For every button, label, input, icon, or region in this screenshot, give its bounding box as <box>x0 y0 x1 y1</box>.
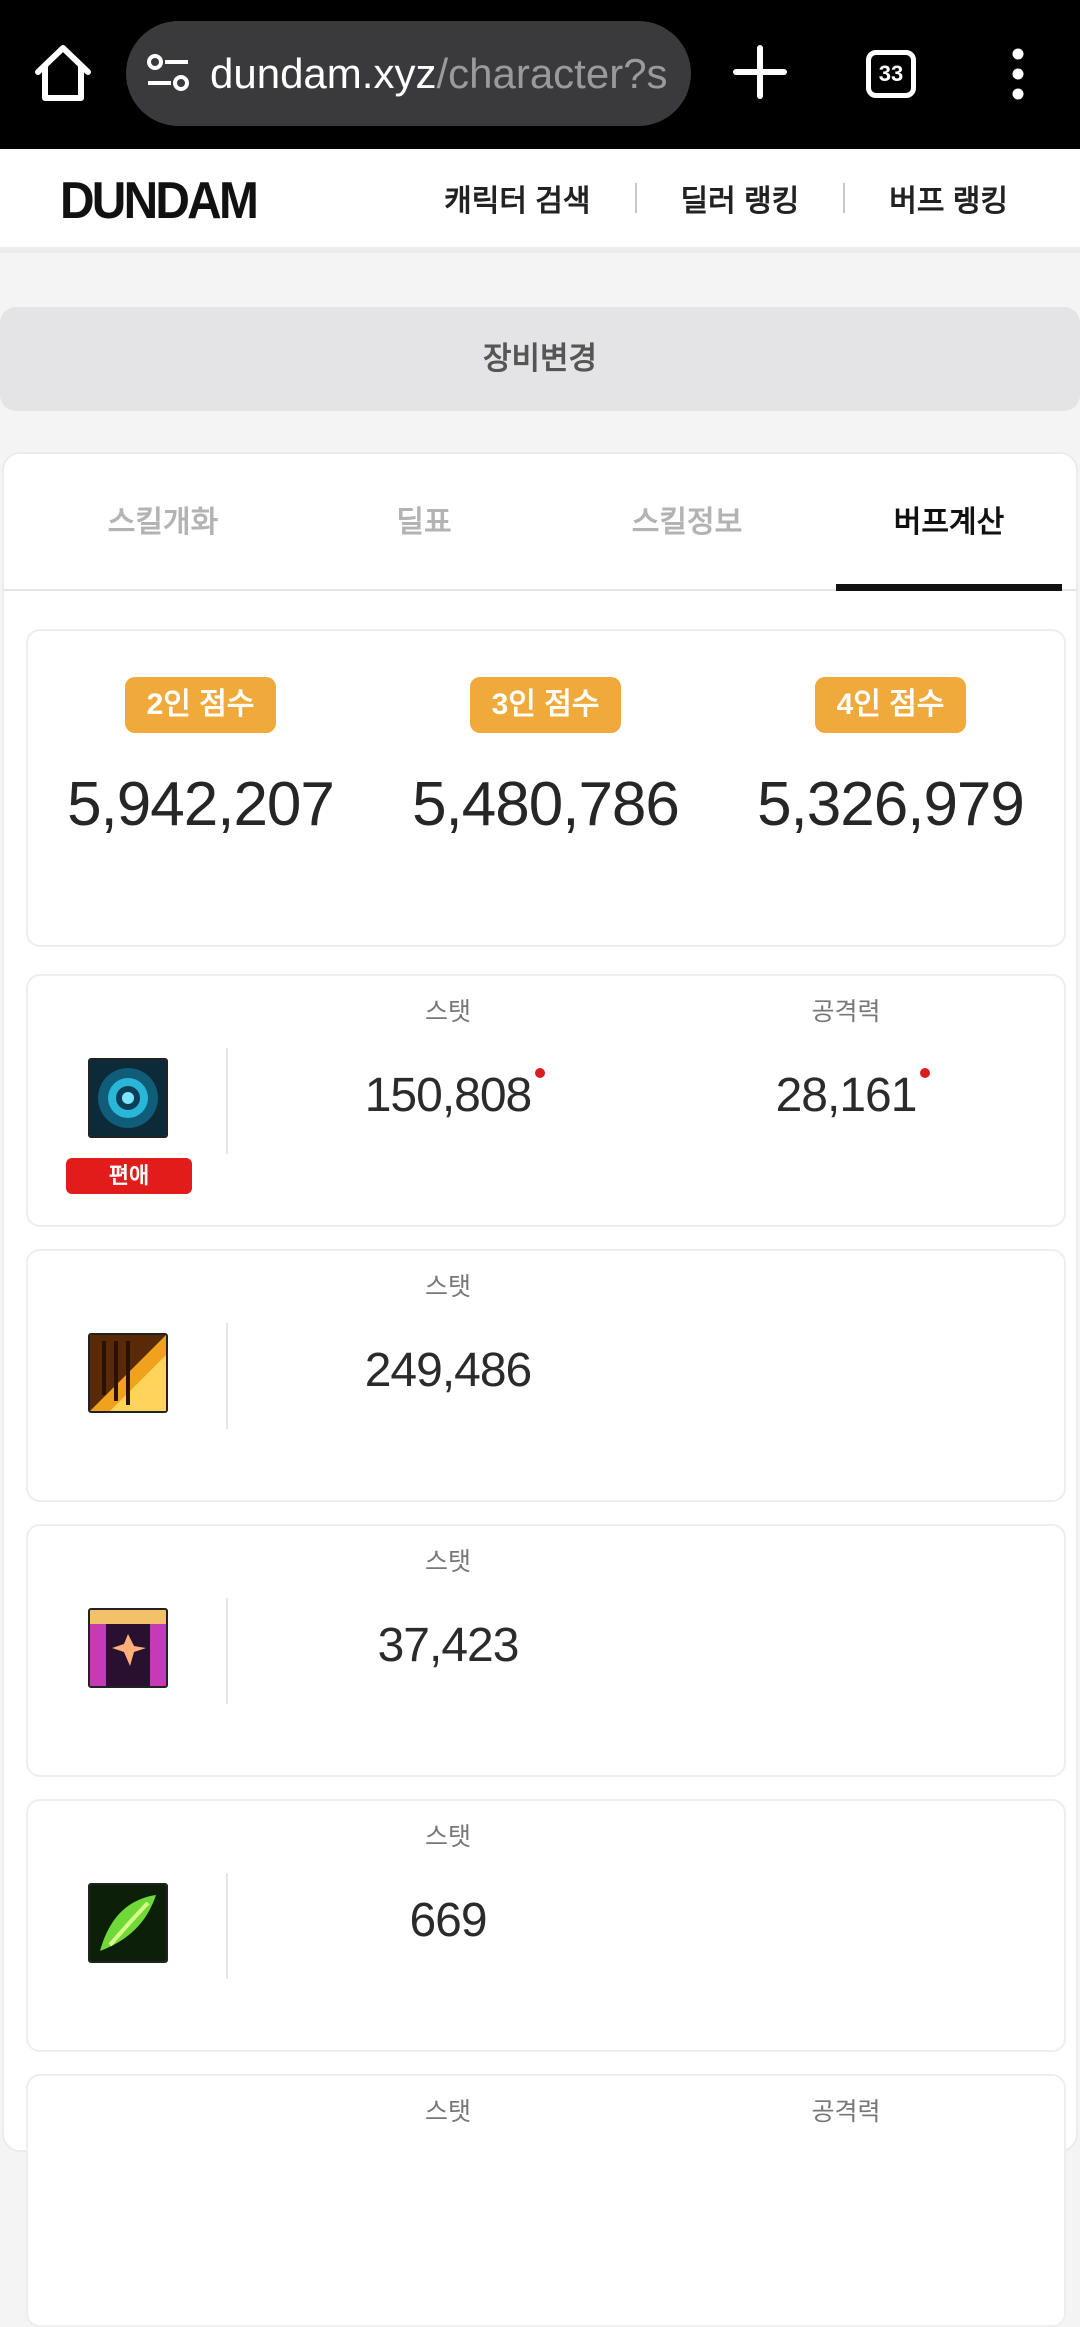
stat-label: 공격력 <box>811 2098 881 2126</box>
stat-block: 스탯 37,423 <box>318 1542 578 1673</box>
equip-change-button[interactable]: 장비변경 <box>0 307 1080 411</box>
nav-character-search[interactable]: 캐릭터 검색 <box>444 176 590 220</box>
score-card: 2인 점수 5,942,207 3인 점수 5,480,786 4인 점수 5,… <box>26 629 1066 947</box>
change-marker <box>535 1068 546 1078</box>
stat-label: 스탯 <box>424 1548 471 1576</box>
score-value: 5,942,207 <box>67 770 335 839</box>
tab-skill-info[interactable]: 스킬정보 <box>574 454 800 591</box>
url-text: dundam.xyz/character?s <box>210 21 668 126</box>
buff-card: 편애 스탯 150,808 공격력 28,161 <box>26 974 1066 1227</box>
divider <box>226 1598 228 1704</box>
home-icon[interactable] <box>30 40 96 106</box>
divider <box>226 1048 228 1154</box>
stat-number: 28,161 <box>775 1069 918 1122</box>
nav-dealer-ranking[interactable]: 딜러 랭킹 <box>681 176 800 220</box>
change-marker <box>920 1068 931 1078</box>
tab-damage-table[interactable]: 딜표 <box>311 454 537 591</box>
tab-buff-calc[interactable]: 버프계산 <box>836 454 1062 591</box>
nav-buff-ranking[interactable]: 버프 랭킹 <box>889 176 1008 220</box>
stat-value: 28,161 <box>775 1068 931 1123</box>
score-value: 5,326,979 <box>757 770 1025 839</box>
url-domain: dundam.xyz <box>210 50 437 97</box>
green-leaf-icon <box>88 1883 168 1963</box>
stat-block: 스탯 150,808 <box>318 992 578 1123</box>
attack-block: 공격력 28,161 <box>716 992 976 1123</box>
stat-label: 스탯 <box>424 1823 471 1851</box>
main-nav: 캐릭터 검색 딜러 랭킹 버프 랭킹 <box>444 149 1008 247</box>
nav-divider <box>843 183 846 213</box>
buff-card: 스탯 249,486 <box>26 1249 1066 1502</box>
more-menu-icon[interactable] <box>1004 48 1032 100</box>
buff-card: 스탯 37,423 <box>26 1524 1066 1777</box>
score-4p: 4인 점수 5,326,979 <box>718 631 1063 840</box>
stage-curtain-icon <box>88 1608 168 1688</box>
site-logo[interactable]: DUNDAM <box>60 171 259 231</box>
stat-label: 스탯 <box>424 2098 471 2126</box>
character-panel: 스킬개화 딜표 스킬정보 버프계산 2인 점수 5,942,207 3인 점수 … <box>2 452 1078 2327</box>
tab-skill-bloom[interactable]: 스킬개화 <box>50 454 276 591</box>
stat-label: 스탯 <box>424 1273 471 1301</box>
buff-card: 스탯 공격력 <box>26 2074 1066 2327</box>
score-2p: 2인 점수 5,942,207 <box>28 631 373 840</box>
score-badge: 4인 점수 <box>814 677 967 733</box>
buff-card: 스탯 669 <box>26 1799 1066 2052</box>
stat-block: 스탯 669 <box>318 1817 578 1948</box>
active-tab-indicator <box>836 584 1062 591</box>
browser-toolbar: dundam.xyz/character?s 33 <box>0 0 1080 149</box>
score-badge: 2인 점수 <box>124 677 277 733</box>
score-3p: 3인 점수 5,480,786 <box>373 631 718 840</box>
stat-label: 공격력 <box>811 998 881 1026</box>
tab-switcher-button[interactable]: 33 <box>866 50 916 98</box>
stat-value: 669 <box>409 1894 487 1947</box>
golden-sword-icon <box>88 1333 168 1413</box>
divider <box>226 1873 228 1979</box>
tab-bar: 스킬개화 딜표 스킬정보 버프계산 <box>4 454 1076 591</box>
score-value: 5,480,786 <box>412 770 680 839</box>
address-bar[interactable]: dundam.xyz/character?s <box>126 21 691 126</box>
stat-value: 150,808 <box>364 1068 546 1123</box>
stat-block: 스탯 <box>318 2092 578 2128</box>
divider <box>226 1323 228 1429</box>
stat-value: 37,423 <box>377 1619 520 1672</box>
url-path: /character?s <box>436 50 668 97</box>
stat-block: 스탯 249,486 <box>318 1267 578 1398</box>
attack-block: 공격력 <box>716 2092 976 2128</box>
site-header: DUNDAM 캐릭터 검색 딜러 랭킹 버프 랭킹 <box>0 149 1080 253</box>
score-badge: 3인 점수 <box>469 677 622 733</box>
new-tab-icon[interactable] <box>732 44 788 100</box>
stat-label: 스탯 <box>424 998 471 1026</box>
stat-value: 249,486 <box>364 1344 533 1397</box>
nav-divider <box>634 183 637 213</box>
stat-number: 150,808 <box>364 1069 533 1122</box>
blue-rose-icon <box>88 1058 168 1138</box>
site-settings-icon[interactable] <box>146 53 190 93</box>
favoritism-tag: 편애 <box>66 1158 192 1194</box>
